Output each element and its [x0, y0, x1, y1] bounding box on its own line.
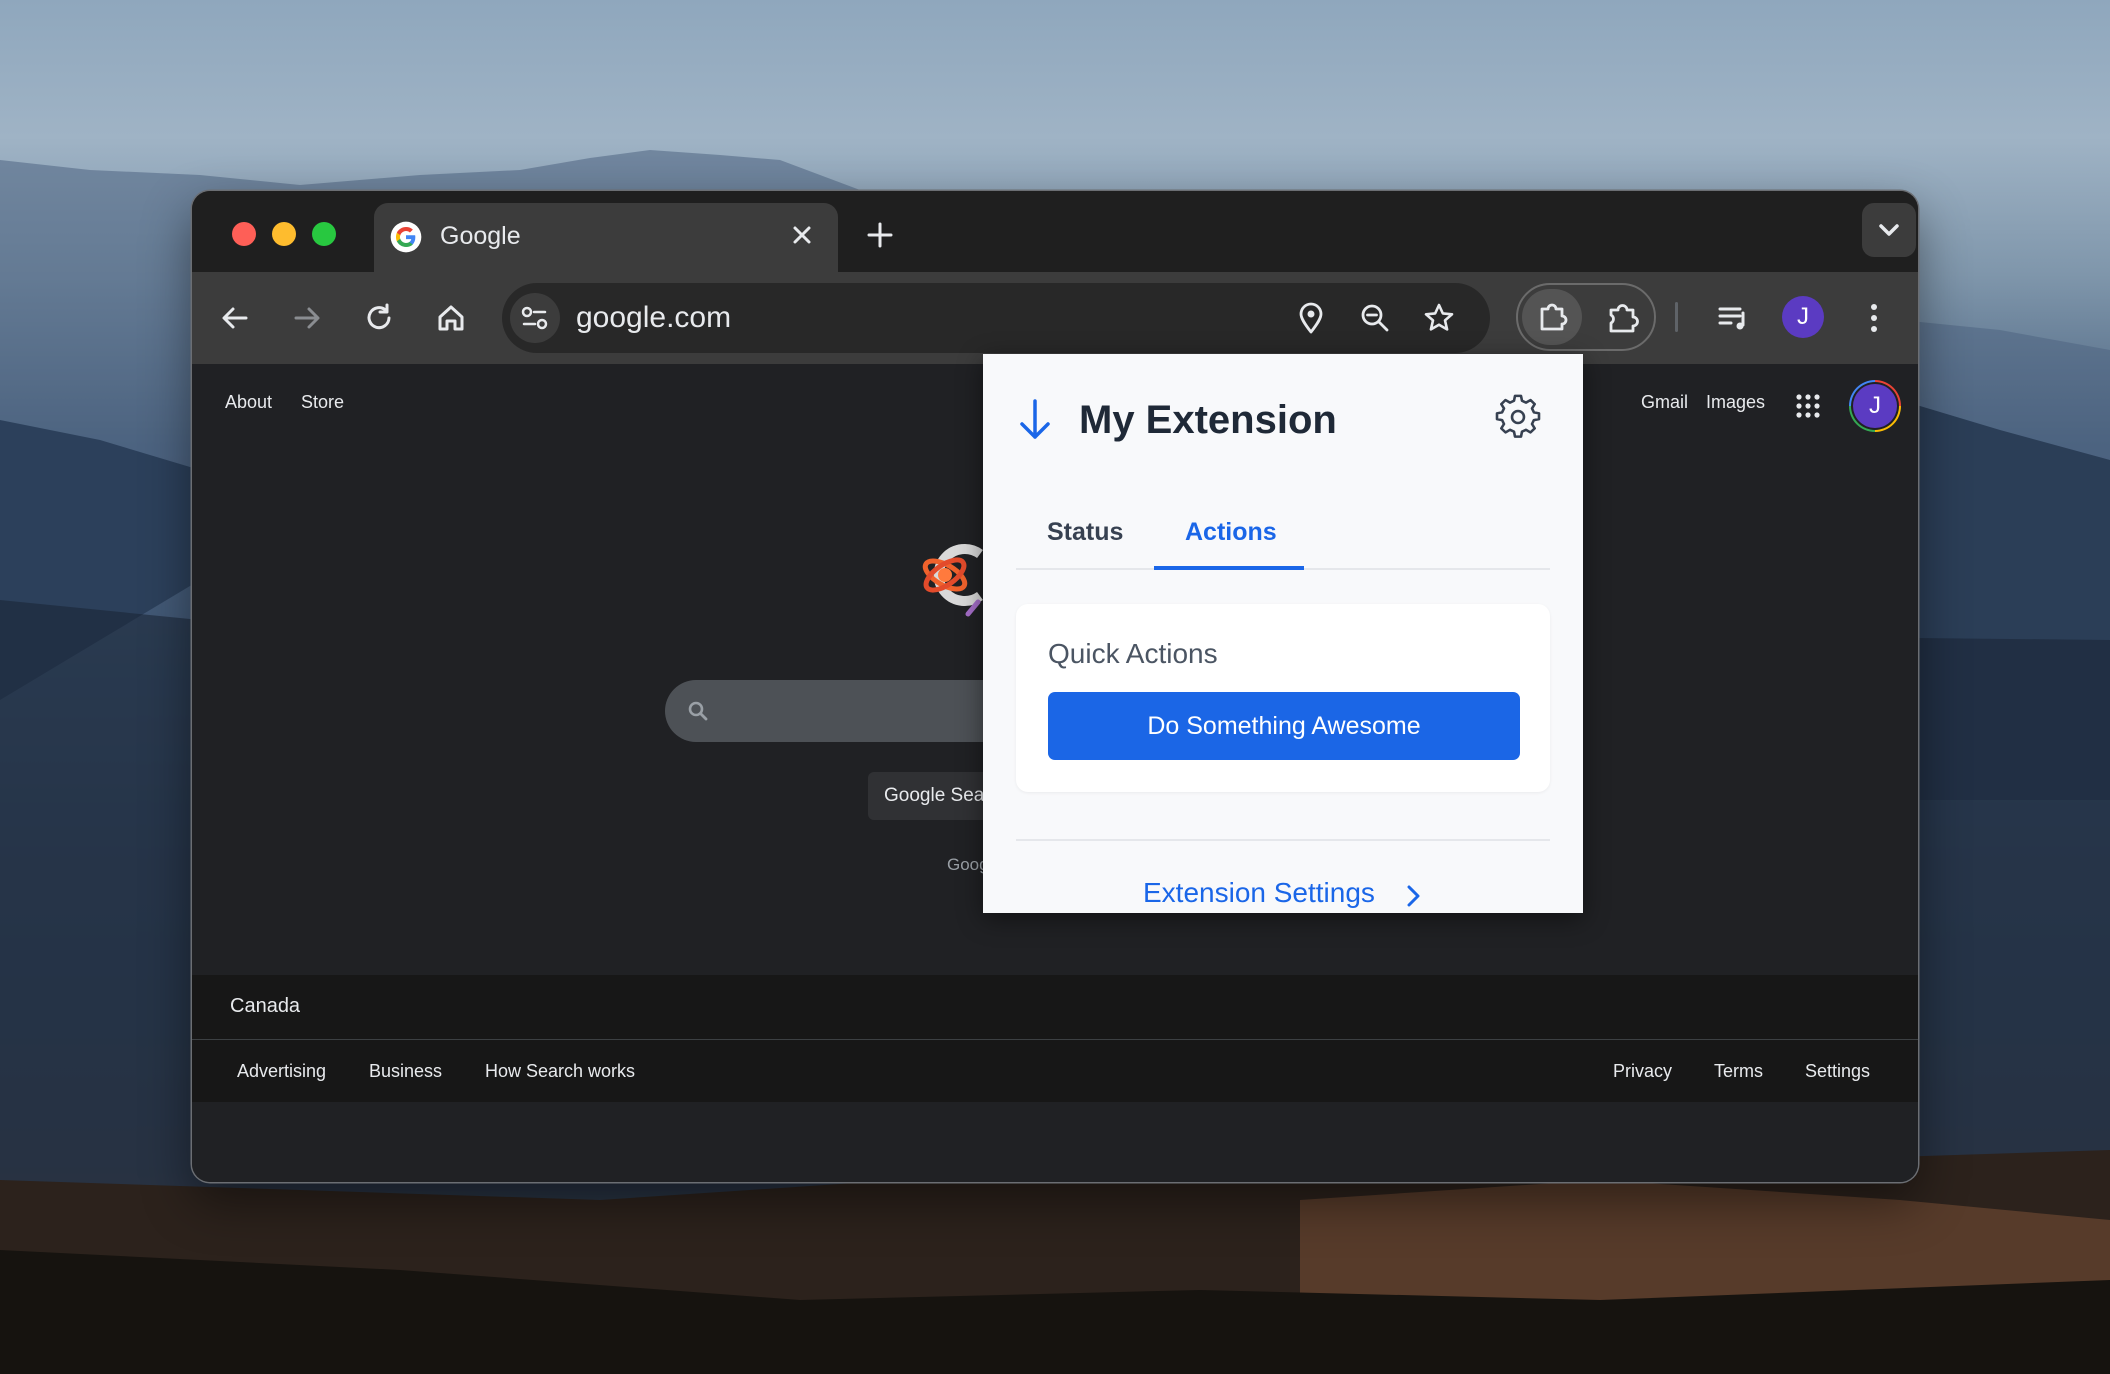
home-icon[interactable] — [428, 295, 474, 341]
footer-links-bar: Advertising Business How Search works Pr… — [192, 1040, 1918, 1102]
chevron-right-icon[interactable] — [1401, 881, 1425, 911]
zoom-out-icon[interactable] — [1354, 297, 1396, 339]
footer-settings-link[interactable]: Settings — [1805, 1061, 1870, 1082]
location-pin-icon[interactable] — [1290, 297, 1332, 339]
reload-icon[interactable] — [356, 295, 402, 341]
images-link[interactable]: Images — [1706, 392, 1765, 413]
toolbar-separator — [1675, 302, 1678, 332]
more-vert-icon[interactable] — [1851, 295, 1897, 341]
pinned-extension-button[interactable] — [1522, 289, 1582, 345]
tab-title: Google — [440, 222, 521, 250]
chevron-down-icon — [1879, 224, 1899, 236]
footer-how-search-works-link[interactable]: How Search works — [485, 1061, 635, 1082]
gear-icon[interactable] — [1495, 394, 1541, 440]
footer-country: Canada — [230, 995, 301, 1017]
popup-title: My Extension — [1079, 398, 1337, 442]
google-g-icon — [390, 221, 422, 253]
extensions-icon[interactable] — [1598, 293, 1648, 343]
back-arrow-icon[interactable] — [212, 295, 258, 341]
new-tab-plus-icon[interactable] — [860, 215, 900, 255]
profile-avatar[interactable]: J — [1782, 296, 1824, 338]
google-account-avatar[interactable]: J — [1849, 380, 1901, 432]
forward-arrow-icon[interactable] — [284, 295, 330, 341]
google-doodle-icon[interactable] — [918, 534, 988, 624]
footer-country-bar: Canada — [192, 975, 1918, 1040]
url-text[interactable]: google.com — [576, 301, 731, 335]
card-title: Quick Actions — [1048, 638, 1218, 669]
bookmark-star-icon[interactable] — [1418, 297, 1460, 339]
avatar-initial: J — [1853, 384, 1897, 428]
popup-divider — [1016, 839, 1550, 841]
footer-terms-link[interactable]: Terms — [1714, 1061, 1763, 1082]
close-window-button[interactable] — [232, 222, 256, 246]
footer-advertising-link[interactable]: Advertising — [237, 1061, 326, 1082]
close-icon[interactable] — [784, 217, 820, 253]
about-link[interactable]: About — [225, 392, 272, 413]
extension-settings-link[interactable]: Extension Settings — [1143, 877, 1375, 909]
tab-search-button[interactable] — [1862, 203, 1916, 257]
tab-strip: Google — [192, 191, 1918, 272]
gmail-link[interactable]: Gmail — [1641, 392, 1688, 413]
site-tune-icon — [521, 306, 548, 330]
search-icon — [688, 701, 708, 721]
maximize-window-button[interactable] — [312, 222, 336, 246]
extensions-group — [1516, 283, 1656, 351]
extension-popup: My Extension Status Actions Quick Action… — [983, 354, 1583, 913]
browser-toolbar: google.com J — [192, 272, 1918, 364]
tab-status[interactable]: Status — [1047, 518, 1123, 547]
footer-privacy-link[interactable]: Privacy — [1613, 1061, 1672, 1082]
site-info-button[interactable] — [510, 293, 560, 343]
address-bar[interactable]: google.com — [502, 283, 1490, 353]
extension-puzzle-icon — [1540, 303, 1568, 331]
quick-actions-card: Quick Actions Do Something Awesome — [1016, 604, 1550, 792]
tab-actions[interactable]: Actions — [1185, 518, 1277, 547]
store-link[interactable]: Store — [301, 392, 344, 413]
media-control-icon[interactable] — [1710, 295, 1756, 341]
active-tab-indicator — [1154, 566, 1304, 570]
footer-business-link[interactable]: Business — [369, 1061, 442, 1082]
google-apps-icon[interactable] — [1794, 392, 1822, 420]
tab-google[interactable]: Google — [374, 203, 838, 272]
do-something-awesome-button[interactable]: Do Something Awesome — [1048, 692, 1520, 760]
arrow-down-icon — [1020, 399, 1050, 439]
minimize-window-button[interactable] — [272, 222, 296, 246]
